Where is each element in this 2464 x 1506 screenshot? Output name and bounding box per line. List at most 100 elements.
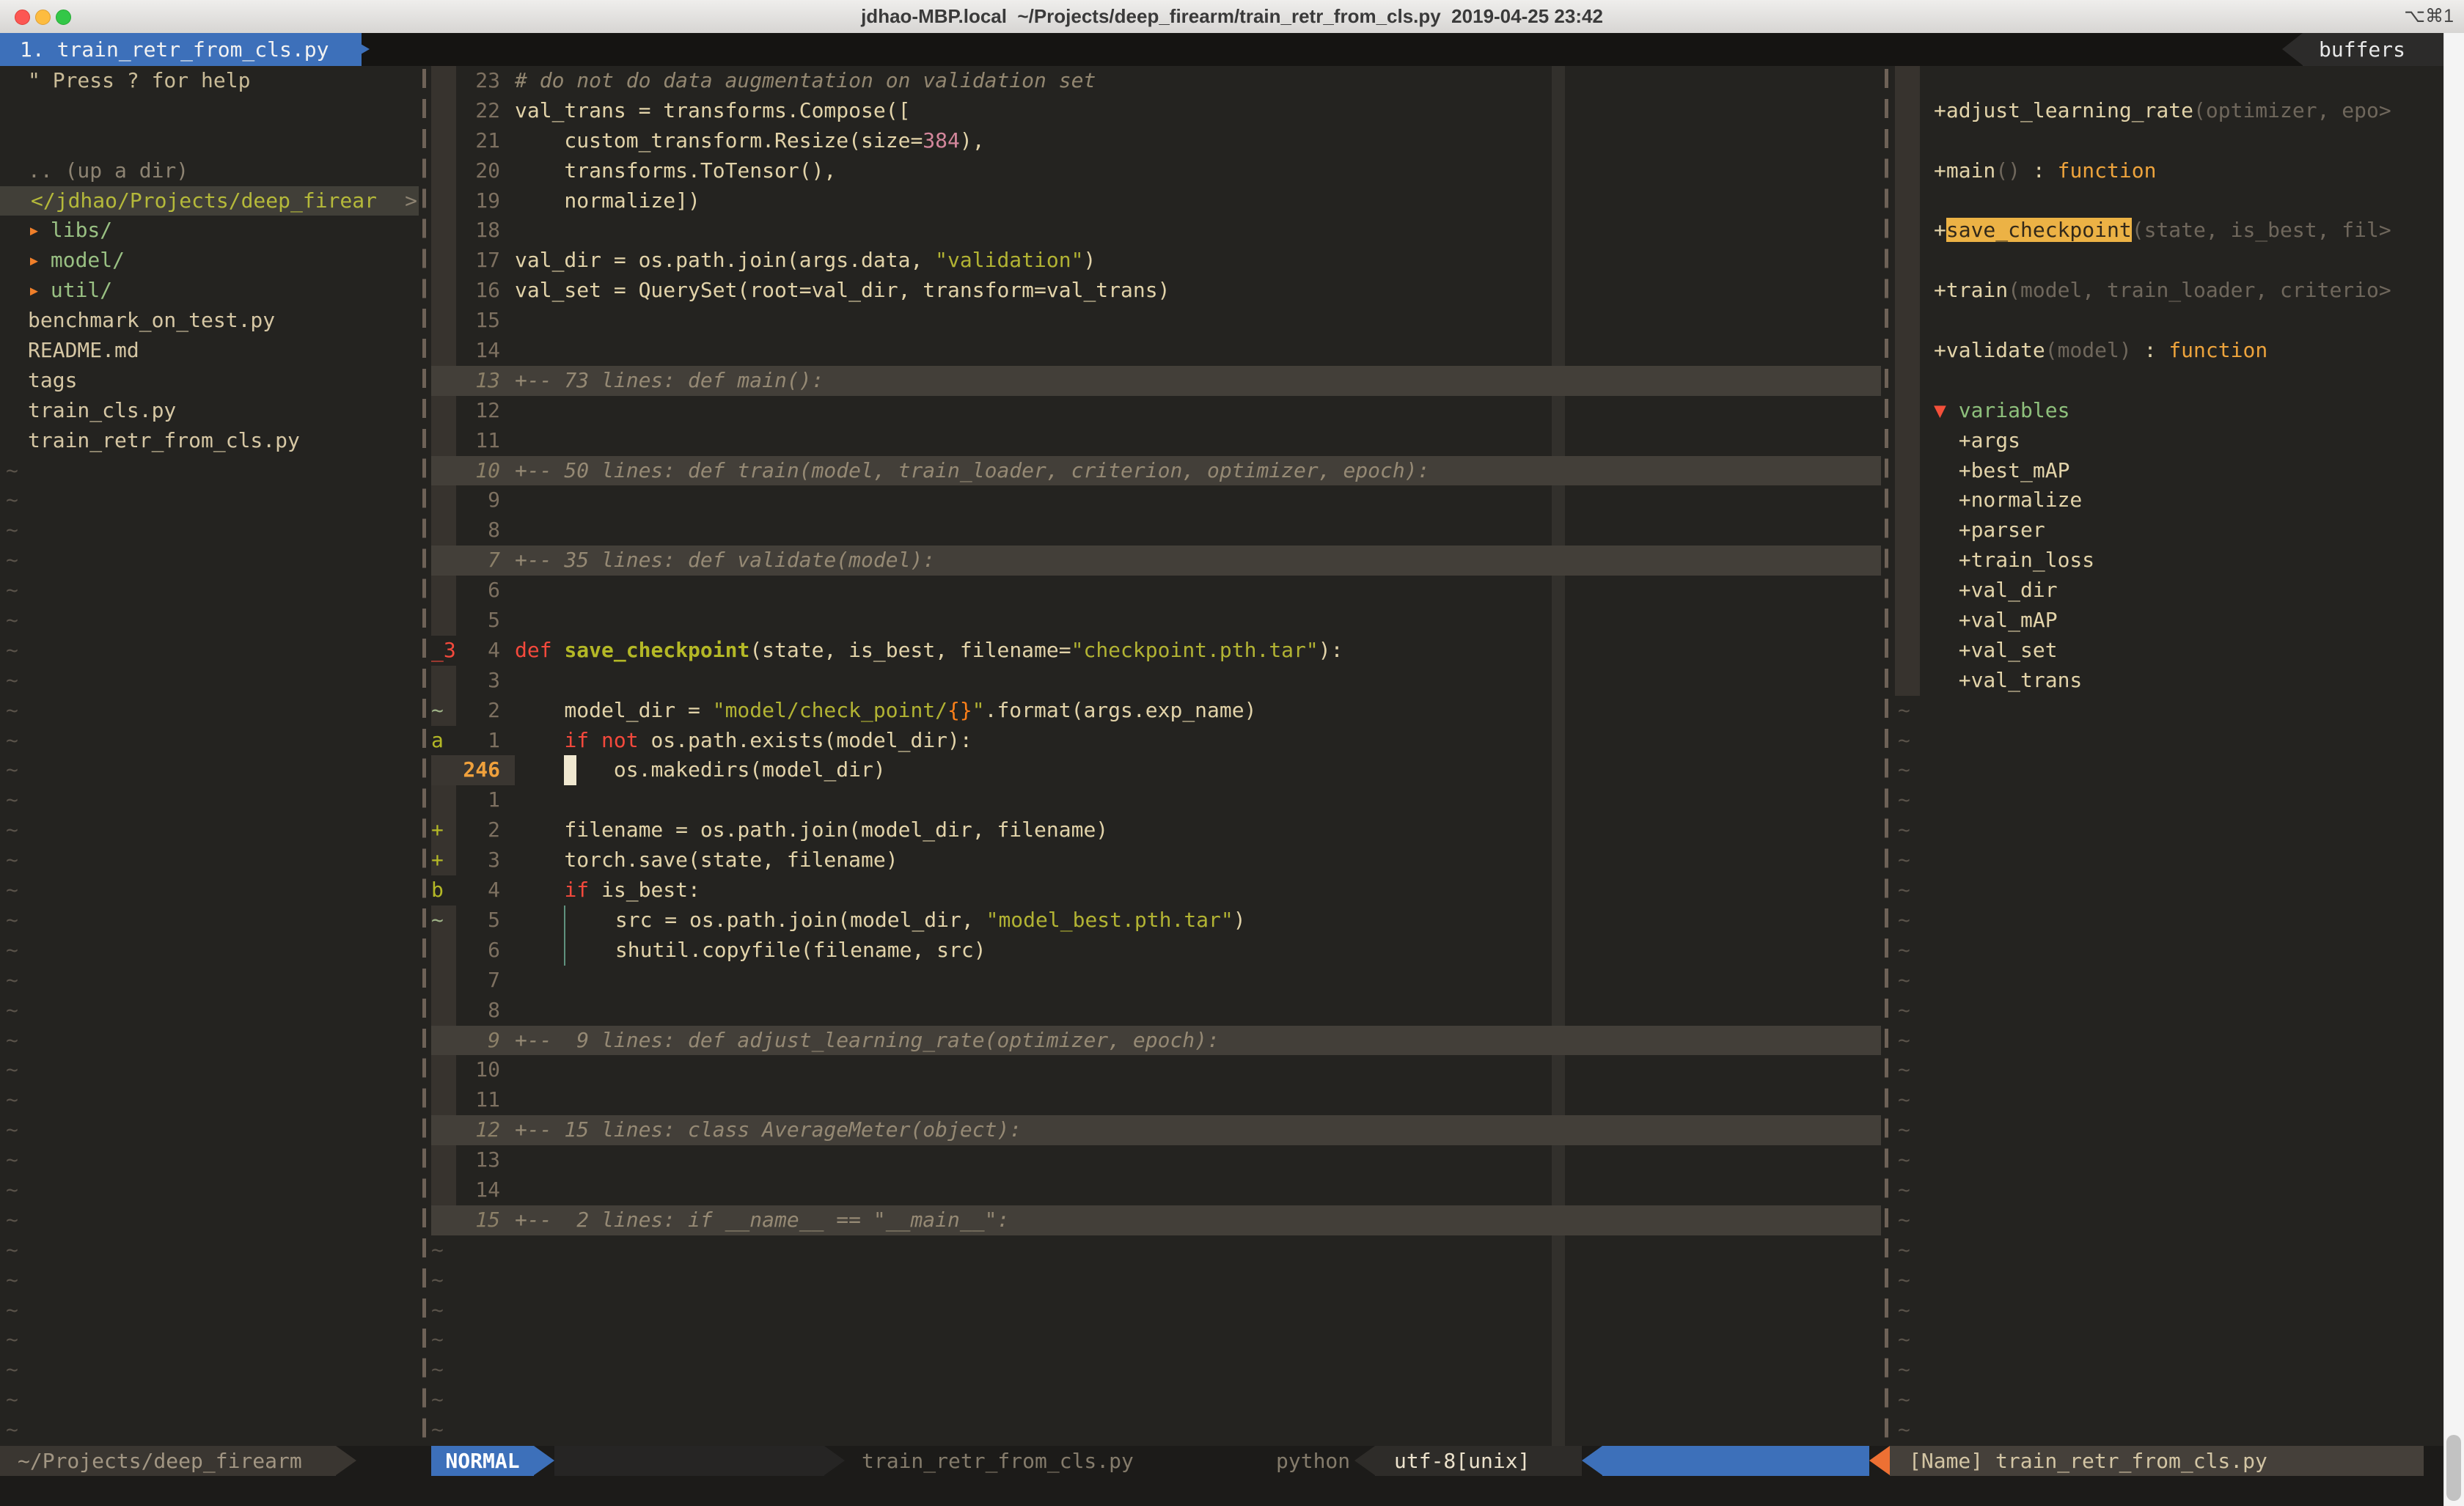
fold-line[interactable]: 9+-- 9 lines: def adjust_learning_rate(o… — [431, 1026, 1881, 1056]
code-line[interactable]: 21 custom_transform.Resize(size=384), — [431, 126, 1881, 156]
tree-item[interactable]: train_retr_from_cls.py — [0, 426, 419, 456]
code-line[interactable]: 8 — [431, 515, 1881, 546]
buffers-arrow-separator — [2282, 33, 2303, 65]
nerdtree-panel[interactable]: " Press ? for help .. (up a dir)</jdhao/P… — [0, 66, 419, 1446]
code-line[interactable]: a1 if not os.path.exists(model_dir): — [431, 726, 1881, 756]
code-line[interactable]: 9 — [431, 485, 1881, 515]
statusline-position-segment: 86% ≡ 246/284LN : 5 — [1602, 1446, 1869, 1476]
empty-line-tilde: ~ — [0, 996, 419, 1026]
empty-line-tilde: ~ — [431, 1325, 1881, 1355]
tag-item[interactable]: +main() : function — [1893, 156, 2443, 186]
empty-line-tilde: ~ — [0, 1355, 419, 1385]
fold-line[interactable]: 7+-- 35 lines: def validate(model): — [431, 546, 1881, 576]
tag-item[interactable]: +train(model, train_loader, criterio> — [1893, 276, 2443, 306]
code-line[interactable]: 13 — [431, 1145, 1881, 1175]
empty-line-tilde: ~ — [0, 815, 419, 845]
empty-line-tilde: ~ — [0, 636, 419, 666]
tree-item[interactable]: benchmark_on_test.py — [0, 306, 419, 336]
window-separator[interactable] — [419, 66, 431, 1446]
code-line[interactable]: 1 — [431, 785, 1881, 815]
code-line[interactable]: ~5 src = os.path.join(model_dir, "model_… — [431, 906, 1881, 936]
code-line[interactable]: _34def save_checkpoint(state, is_best, f… — [431, 636, 1881, 666]
mode-indicator: NORMAL — [431, 1446, 534, 1476]
tag-item[interactable]: +val_trans — [1893, 666, 2443, 696]
empty-line-tilde: ~ — [1893, 875, 2443, 906]
tree-item[interactable]: ▸libs/ — [0, 216, 419, 246]
empty-line-tilde: ~ — [1893, 845, 2443, 875]
command-line[interactable] — [0, 1476, 2464, 1506]
tree-item[interactable]: .. (up a dir) — [0, 156, 419, 186]
code-line[interactable]: 16val_set = QuerySet(root=val_dir, trans… — [431, 276, 1881, 306]
code-line[interactable]: 5 — [431, 606, 1881, 636]
terminal-window: jdhao-MBP.local ~/Projects/deep_firearm/… — [0, 0, 2464, 1506]
tab-arrow-separator — [342, 33, 370, 65]
fold-line[interactable]: 10+-- 50 lines: def train(model, train_l… — [431, 456, 1881, 486]
code-line[interactable]: b4 if is_best: — [431, 875, 1881, 906]
tag-item[interactable]: +validate(model) : function — [1893, 336, 2443, 366]
tag-item[interactable]: ▼ variables — [1893, 396, 2443, 426]
zoom-window-icon[interactable] — [56, 10, 71, 25]
empty-line-tilde: ~ — [1893, 1235, 2443, 1266]
code-line[interactable]: 12 — [431, 396, 1881, 426]
empty-line-tilde: ~ — [0, 1115, 419, 1145]
code-line[interactable]: 15 — [431, 306, 1881, 336]
tag-item[interactable]: +val_set — [1893, 636, 2443, 666]
empty-line-tilde: ~ — [1893, 996, 2443, 1026]
code-line[interactable]: 11 — [431, 1085, 1881, 1115]
window-title: jdhao-MBP.local ~/Projects/deep_firearm/… — [861, 0, 1603, 33]
tag-item[interactable]: +parser — [1893, 515, 2443, 546]
code-line[interactable]: 18 — [431, 216, 1881, 246]
tag-item[interactable]: +adjust_learning_rate(optimizer, epo> — [1893, 96, 2443, 126]
tag-item[interactable]: +train_loss — [1893, 546, 2443, 576]
fold-line[interactable]: 15+-- 2 lines: if __name__ == "__main__"… — [431, 1205, 1881, 1235]
code-line[interactable]: 8 — [431, 996, 1881, 1026]
tag-item[interactable]: +args — [1893, 426, 2443, 456]
window-separator[interactable] — [1881, 66, 1893, 1446]
tab-train-retr-from-cls[interactable]: 1. train_retr_from_cls.py — [0, 33, 362, 66]
code-line[interactable]: +2 filename = os.path.join(model_dir, fi… — [431, 815, 1881, 845]
fold-line[interactable]: 12+-- 15 lines: class AverageMeter(objec… — [431, 1115, 1881, 1145]
empty-line-tilde: ~ — [1893, 726, 2443, 756]
code-line[interactable]: 23# do not do data augmentation on valid… — [431, 66, 1881, 96]
tree-root[interactable]: </jdhao/Projects/deep_firear> — [0, 186, 419, 216]
tree-item[interactable]: train_cls.py — [0, 396, 419, 426]
tag-item[interactable]: +save_checkpoint(state, is_best, fil> — [1893, 216, 2443, 246]
tagbar-panel[interactable]: +adjust_learning_rate(optimizer, epo> +ma… — [1893, 66, 2443, 1446]
code-line[interactable]: 11 — [431, 426, 1881, 456]
code-line[interactable]: 10 — [431, 1055, 1881, 1085]
code-line[interactable]: 3 — [431, 666, 1881, 696]
close-window-icon[interactable] — [15, 10, 30, 25]
macos-titlebar: jdhao-MBP.local ~/Projects/deep_firearm/… — [0, 0, 2464, 34]
empty-line-tilde: ~ — [0, 546, 419, 576]
empty-line-tilde: ~ — [0, 1175, 419, 1205]
code-line[interactable]: 6 shutil.copyfile(filename, src) — [431, 936, 1881, 966]
scrollbar-thumb[interactable] — [2446, 1435, 2461, 1501]
code-line[interactable]: 14 — [431, 336, 1881, 366]
scrollbar-track[interactable] — [2443, 33, 2464, 1506]
editor-panel[interactable]: 23# do not do data augmentation on valid… — [431, 66, 1881, 1446]
tree-item[interactable]: README.md — [0, 336, 419, 366]
fold-line[interactable]: 13+-- 73 lines: def main(): — [431, 366, 1881, 396]
tree-item[interactable]: ▸util/ — [0, 276, 419, 306]
tag-item[interactable]: +normalize — [1893, 485, 2443, 515]
tree-item[interactable]: ▸model/ — [0, 246, 419, 276]
code-line[interactable]: 246 os.makedirs(model_dir) — [431, 755, 1881, 785]
code-line[interactable]: 19 normalize]) — [431, 186, 1881, 216]
code-line[interactable]: 6 — [431, 576, 1881, 606]
empty-line-tilde: ~ — [0, 1266, 419, 1296]
empty-line-tilde: ~ — [0, 1055, 419, 1085]
tree-item[interactable]: tags — [0, 366, 419, 396]
code-line[interactable]: 17val_dir = os.path.join(args.data, "val… — [431, 246, 1881, 276]
code-line[interactable]: ~2 model_dir = "model/check_point/{}".fo… — [431, 696, 1881, 726]
empty-line-tilde: ~ — [1893, 1055, 2443, 1085]
tag-item[interactable]: +val_dir — [1893, 576, 2443, 606]
code-line[interactable]: 7 — [431, 966, 1881, 996]
tag-item[interactable]: +val_mAP — [1893, 606, 2443, 636]
tag-item[interactable]: +best_mAP — [1893, 456, 2443, 486]
code-line[interactable]: 14 — [431, 1175, 1881, 1205]
tree-item[interactable]: " Press ? for help — [0, 66, 419, 96]
code-line[interactable]: +3 torch.save(state, filename) — [431, 845, 1881, 875]
code-line[interactable]: 20 transforms.ToTensor(), — [431, 156, 1881, 186]
code-line[interactable]: 22val_trans = transforms.Compose([ — [431, 96, 1881, 126]
minimize-window-icon[interactable] — [35, 10, 51, 25]
